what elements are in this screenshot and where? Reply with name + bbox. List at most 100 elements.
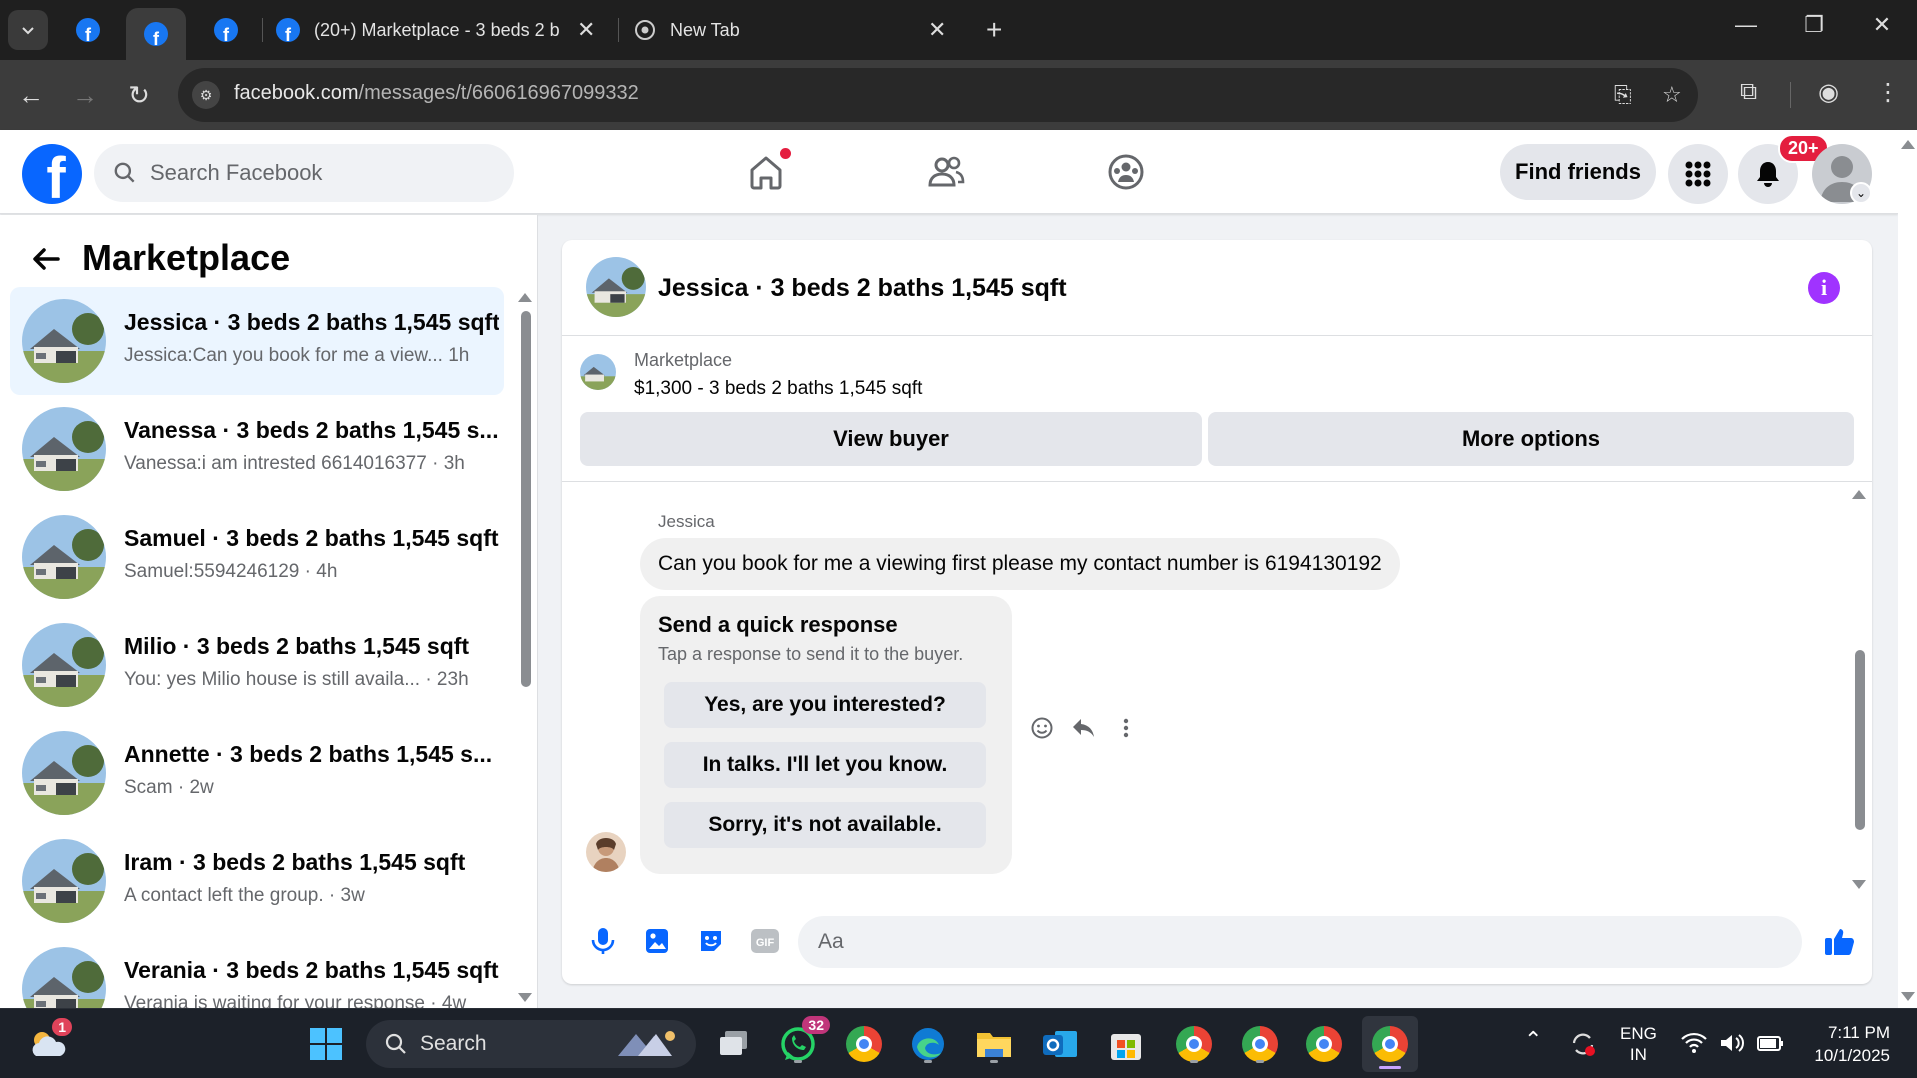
view-buyer-button[interactable]: View buyer (580, 412, 1202, 466)
taskbar-chrome-profile-3[interactable] (1302, 1022, 1346, 1066)
more-vertical-icon[interactable] (1112, 714, 1140, 742)
sync-icon[interactable] (1568, 1029, 1598, 1064)
sender-name: Jessica (658, 512, 715, 531)
back-arrow-icon[interactable]: ← (14, 78, 48, 112)
taskbar-outlook[interactable] (1038, 1022, 1082, 1066)
pinned-tab-facebook-1[interactable]: f (58, 8, 118, 52)
listing-price[interactable]: $1,300 - 3 beds 2 baths 1,545 sqft (634, 378, 922, 400)
taskbar-chrome[interactable] (842, 1022, 886, 1066)
address-bar[interactable]: ⚙ facebook.com/messages/t/66061696709933… (178, 68, 1698, 122)
conversation-name: Milio · 3 beds 2 baths 1,545 sqft (124, 633, 470, 659)
scroll-up-arrow-icon[interactable] (518, 293, 532, 302)
scroll-up-arrow-icon[interactable] (1901, 140, 1915, 149)
react-emoji-icon[interactable] (1028, 714, 1056, 742)
minimize-window-icon[interactable]: — (1726, 12, 1766, 38)
start-button[interactable] (304, 1022, 348, 1066)
more-options-button[interactable]: More options (1208, 412, 1854, 466)
quick-reply-button[interactable]: Sorry, it's not available. (664, 802, 986, 848)
svg-text:GIF: GIF (756, 937, 775, 949)
conversation-item[interactable]: Vanessa · 3 beds 2 baths 1,545 s... Vane… (10, 395, 504, 503)
language-indicator[interactable]: ENG IN (1620, 1023, 1657, 1065)
clock[interactable]: 7:11 PM 10/1/2025 (1804, 1021, 1890, 1067)
conversation-item[interactable]: Jessica · 3 beds 2 baths 1,545 sqft Jess… (10, 287, 504, 395)
marketplace-sidebar: Marketplace Jessica · 3 beds 2 baths 1,5… (0, 215, 538, 1009)
conversation-snippet: Jessica:Can you book for me a view... 1h (124, 345, 470, 366)
scrollbar-thumb[interactable] (521, 311, 531, 687)
find-friends-button[interactable]: Find friends (1500, 144, 1656, 200)
scroll-down-arrow-icon[interactable] (1901, 992, 1915, 1001)
house-thumbnail (22, 623, 106, 707)
conversation-item[interactable]: Milio · 3 beds 2 baths 1,545 sqft You: y… (10, 611, 504, 719)
menu-button[interactable] (1668, 144, 1728, 204)
nav-groups[interactable] (1104, 150, 1148, 194)
close-tab-icon[interactable]: ✕ (928, 17, 946, 43)
gif-icon[interactable]: GIF (748, 924, 782, 958)
like-thumbs-up-icon[interactable] (1820, 924, 1860, 958)
bookmark-star-icon[interactable]: ☆ (1662, 82, 1682, 108)
page-scrollbar[interactable] (1898, 130, 1917, 1008)
conversation-item[interactable]: Samuel · 3 beds 2 baths 1,545 sqft Samue… (10, 503, 504, 611)
scroll-down-arrow-icon[interactable] (518, 993, 532, 1002)
site-info-icon[interactable]: ⚙ (192, 81, 220, 109)
new-tab-button[interactable]: + (986, 14, 1002, 46)
reply-icon[interactable] (1070, 714, 1098, 742)
reload-icon[interactable]: ↻ (122, 78, 156, 112)
forward-arrow-icon[interactable]: → (68, 78, 102, 112)
taskbar-whatsapp[interactable]: 32 (776, 1016, 830, 1066)
photo-attach-icon[interactable] (640, 924, 674, 958)
conversation-item[interactable]: Annette · 3 beds 2 baths 1,545 s... Scam… (10, 719, 504, 827)
account-chevron-icon[interactable]: ⌄ (1850, 182, 1872, 204)
voice-clip-icon[interactable] (586, 924, 620, 958)
message-input[interactable]: Aa (798, 916, 1802, 968)
pinned-tab-facebook-3[interactable]: f (196, 8, 256, 52)
tab-marketplace[interactable]: f (20+) Marketplace - 3 beds 2 b ✕ (276, 8, 595, 52)
restore-window-icon[interactable]: ❐ (1794, 12, 1834, 38)
facebook-search-input[interactable]: Search Facebook (94, 144, 514, 202)
scroll-up-arrow-icon[interactable] (1852, 490, 1866, 499)
conversation-item[interactable]: Iram · 3 beds 2 baths 1,545 sqft A conta… (10, 827, 504, 935)
taskbar-file-explorer[interactable] (972, 1022, 1016, 1066)
chat-avatar[interactable] (586, 257, 646, 317)
sticker-icon[interactable] (694, 924, 728, 958)
install-app-icon[interactable]: ⎘ (1614, 82, 1632, 108)
pinned-tab-facebook-2[interactable]: f (126, 8, 186, 60)
sidebar-scrollbar[interactable] (518, 287, 532, 1007)
message-actions (1028, 714, 1140, 742)
taskbar-search[interactable]: Search (366, 1020, 696, 1068)
wifi-icon[interactable] (1680, 1031, 1708, 1060)
show-hidden-icons-icon[interactable]: ⌃ (1524, 1027, 1542, 1053)
task-view-button[interactable] (712, 1022, 756, 1066)
message-scrollbar[interactable] (1852, 490, 1866, 890)
taskbar-chrome-profile-1[interactable] (1172, 1022, 1216, 1066)
chrome-menu-icon[interactable]: ⋮ (1876, 78, 1900, 107)
conversation-item[interactable]: Verania · 3 beds 2 baths 1,545 sqft Vera… (10, 935, 504, 1009)
quick-reply-button[interactable]: In talks. I'll let you know. (664, 742, 986, 788)
quick-reply-button[interactable]: Yes, are you interested? (664, 682, 986, 728)
taskbar-chrome-active[interactable] (1362, 1016, 1418, 1072)
weather-widget[interactable]: 1 (26, 1018, 72, 1066)
info-icon[interactable]: i (1808, 272, 1840, 304)
taskbar-microsoft-store[interactable] (1104, 1022, 1148, 1066)
profile-icon[interactable]: ◉ (1818, 78, 1839, 107)
close-tab-icon[interactable]: ✕ (577, 17, 595, 43)
listing-thumbnail[interactable] (580, 354, 616, 390)
conversation-snippet: Scam · 2w (124, 777, 214, 798)
taskbar-chrome-profile-2[interactable] (1238, 1022, 1282, 1066)
volume-icon[interactable] (1718, 1031, 1746, 1060)
nav-friends[interactable] (924, 150, 968, 194)
tab-search-button[interactable] (8, 10, 48, 50)
scroll-down-arrow-icon[interactable] (1852, 880, 1866, 889)
back-button[interactable] (26, 239, 66, 279)
scrollbar-thumb[interactable] (1855, 650, 1865, 830)
message-bubble[interactable]: Can you book for me a viewing first plea… (640, 538, 1400, 590)
chrome-icon (846, 1026, 882, 1062)
taskbar-edge[interactable] (906, 1022, 950, 1066)
close-window-icon[interactable]: ✕ (1862, 12, 1902, 38)
sender-avatar[interactable] (586, 832, 626, 872)
extensions-icon[interactable]: ⧉ (1740, 78, 1757, 106)
battery-icon[interactable] (1756, 1031, 1786, 1060)
chat-title[interactable]: Jessica · 3 beds 2 baths 1,545 sqft (658, 274, 1067, 303)
facebook-logo[interactable]: f (22, 144, 82, 204)
tab-new-tab[interactable]: New Tab ✕ (634, 8, 946, 52)
nav-home[interactable] (744, 148, 791, 194)
